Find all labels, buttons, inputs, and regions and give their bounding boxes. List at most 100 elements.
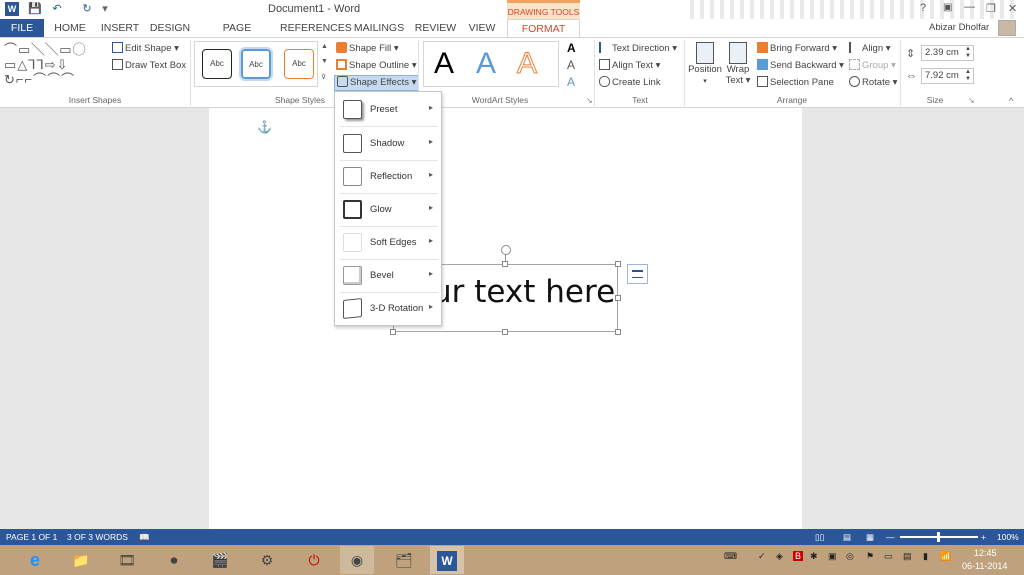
tray-app-icon[interactable]: ▤ (903, 551, 912, 562)
print-layout-icon[interactable]: ▤ (843, 529, 851, 545)
edit-shape-button[interactable]: Edit Shape ▾ (112, 42, 179, 56)
tray-app-icon[interactable]: B (793, 551, 804, 561)
rotation-handle-icon[interactable] (501, 245, 511, 255)
user-name[interactable]: Abizar Dholfar (929, 22, 989, 33)
text-box-content[interactable]: ur text here (432, 274, 615, 310)
text-outline-icon[interactable]: A (567, 58, 575, 72)
text-fill-icon[interactable]: A (567, 41, 576, 55)
bring-forward-button[interactable]: Bring Forward ▾ (757, 42, 837, 56)
chrome-icon[interactable]: ◉ (340, 546, 374, 574)
tab-file[interactable]: FILE (0, 19, 44, 37)
tab-home[interactable]: HOME (50, 19, 90, 37)
zoom-slider-thumb[interactable] (937, 532, 940, 542)
send-backward-button[interactable]: Send Backward ▾ (757, 59, 844, 73)
tab-view[interactable]: VIEW (464, 19, 500, 37)
shape-fill-button[interactable]: Shape Fill ▾ (336, 42, 399, 56)
text-effects-icon[interactable]: A (567, 75, 575, 89)
shape-style-black[interactable]: Abc (202, 49, 232, 79)
file-explorer-icon[interactable]: 📁 (64, 546, 98, 574)
tab-mailings[interactable]: MAILINGS (352, 19, 406, 37)
size-dialog-launcher-icon[interactable]: ↘ (968, 96, 975, 105)
styles-more[interactable]: ⊽ (321, 73, 330, 86)
bluetooth-icon[interactable]: ✱ (810, 551, 818, 562)
battery-icon[interactable]: ▮ (923, 551, 928, 562)
shape-outline-button[interactable]: Shape Outline ▾ (336, 59, 417, 73)
menu-item-soft-edges[interactable]: Soft Edges ▸ (335, 226, 441, 259)
styles-scroll-up[interactable]: ▲ (321, 43, 330, 56)
action-center-icon[interactable]: ⚑ (866, 551, 874, 562)
menu-item-shadow[interactable]: Shadow ▸ (335, 127, 441, 160)
resize-handle[interactable] (502, 329, 508, 335)
network-icon[interactable]: 📶 (940, 551, 951, 562)
shape-width-input[interactable]: 7.92 cm ▲ ▼ (921, 68, 974, 84)
tray-app-icon[interactable]: ▣ (828, 551, 837, 562)
tab-insert[interactable]: INSERT (98, 19, 142, 37)
tab-design[interactable]: DESIGN (148, 19, 192, 37)
resize-handle[interactable] (615, 295, 621, 301)
internet-explorer-icon[interactable]: e (18, 546, 52, 574)
power-app-icon[interactable]: ⏻ (297, 546, 331, 574)
redo-icon[interactable]: ↻ (80, 2, 94, 16)
proofing-icon[interactable]: 📖 (139, 529, 150, 545)
create-link-button[interactable]: Create Link (599, 76, 661, 90)
menu-item-reflection[interactable]: Reflection ▸ (335, 160, 441, 193)
web-layout-icon[interactable]: ▦ (866, 529, 874, 545)
media-player-icon[interactable]: ⏺ (157, 546, 191, 574)
menu-item-3d-rotation[interactable]: 3-D Rotation ▸ (335, 292, 441, 325)
undo-icon[interactable]: ↶ (50, 2, 64, 16)
shape-icon[interactable]: ▭△⅂⅂⇨⇩ (4, 57, 69, 72)
keyboard-icon[interactable]: ⌨ (724, 551, 737, 562)
wrap-text-button[interactable]: Wrap Text ▾ (725, 42, 751, 92)
dialog-launcher-icon[interactable]: ↘ (586, 96, 593, 105)
tray-app-icon[interactable]: ◈ (776, 551, 783, 562)
tab-review[interactable]: REVIEW (413, 19, 458, 37)
app-icon[interactable]: 🗂 (387, 546, 421, 574)
text-direction-button[interactable]: Text Direction ▾ (599, 42, 677, 56)
tray-app-icon[interactable]: ◎ (846, 551, 854, 562)
zoom-in-icon[interactable]: + (981, 529, 986, 545)
collapse-ribbon-icon[interactable]: ^ (1009, 96, 1013, 106)
menu-item-glow[interactable]: Glow ▸ (335, 193, 441, 226)
wordart-style-blue[interactable]: A (476, 47, 496, 81)
customize-qat-icon[interactable]: ▾ (98, 2, 112, 16)
width-spinner[interactable]: ▲ ▼ (965, 69, 971, 83)
resize-handle[interactable] (615, 261, 621, 267)
shape-effects-button[interactable]: Shape Effects ▾ (334, 75, 420, 91)
wordart-style-orange-outline[interactable]: A (516, 47, 537, 81)
menu-item-bevel[interactable]: Bevel ▸ (335, 259, 441, 292)
shape-style-blue[interactable]: Abc (239, 47, 273, 81)
styles-scroll-down[interactable]: ▼ (321, 58, 330, 71)
zoom-level[interactable]: 100% (997, 529, 1019, 545)
settings-app-icon[interactable]: ⚙ (250, 546, 284, 574)
save-icon[interactable]: 💾 (28, 2, 42, 16)
shape-icon[interactable]: ↻⌐⌐⌒⌒⌒ (4, 72, 75, 87)
height-spinner[interactable]: ▲ ▼ (965, 46, 971, 60)
rotate-button[interactable]: Rotate ▾ (849, 76, 897, 90)
resize-handle[interactable] (502, 261, 508, 267)
shapes-gallery[interactable]: ⌒▭╲╲▭◯ ▭△⅂⅂⇨⇩ ↻⌐⌐⌒⌒⌒ (4, 42, 108, 88)
word-app-icon[interactable]: W (5, 2, 19, 16)
word-count[interactable]: 3 OF 3 WORDS (67, 529, 128, 545)
group-button[interactable]: Group ▾ (849, 59, 896, 73)
word-taskbar-icon[interactable]: W (430, 546, 464, 574)
selection-pane-button[interactable]: Selection Pane (757, 76, 834, 90)
resize-handle[interactable] (615, 329, 621, 335)
resize-handle[interactable] (390, 329, 396, 335)
app-icon[interactable]: 🎬 (203, 546, 237, 574)
align-button[interactable]: Align ▾ (849, 42, 891, 56)
shape-style-orange[interactable]: Abc (284, 49, 314, 79)
tab-references[interactable]: REFERENCES (280, 19, 352, 37)
page-count[interactable]: PAGE 1 OF 1 (6, 529, 57, 545)
user-avatar[interactable] (998, 20, 1016, 36)
zoom-out-icon[interactable]: — (886, 529, 895, 545)
tray-app-icon[interactable]: ✓ (758, 551, 766, 562)
clock-date[interactable]: 06-11-2014 (962, 561, 1007, 571)
shape-icon[interactable]: ⌒▭╲╲▭◯ (4, 42, 87, 57)
position-button[interactable]: Position ▾ (688, 42, 722, 92)
tab-page-layout[interactable]: PAGE LAYOUT (201, 19, 273, 52)
draw-text-box-button[interactable]: Draw Text Box (112, 59, 186, 73)
read-mode-icon[interactable]: ▯▯ (815, 529, 824, 545)
shape-height-input[interactable]: 2.39 cm ▲ ▼ (921, 45, 974, 61)
tray-app-icon[interactable]: ▭ (884, 551, 893, 562)
layout-options-icon[interactable] (627, 264, 648, 284)
